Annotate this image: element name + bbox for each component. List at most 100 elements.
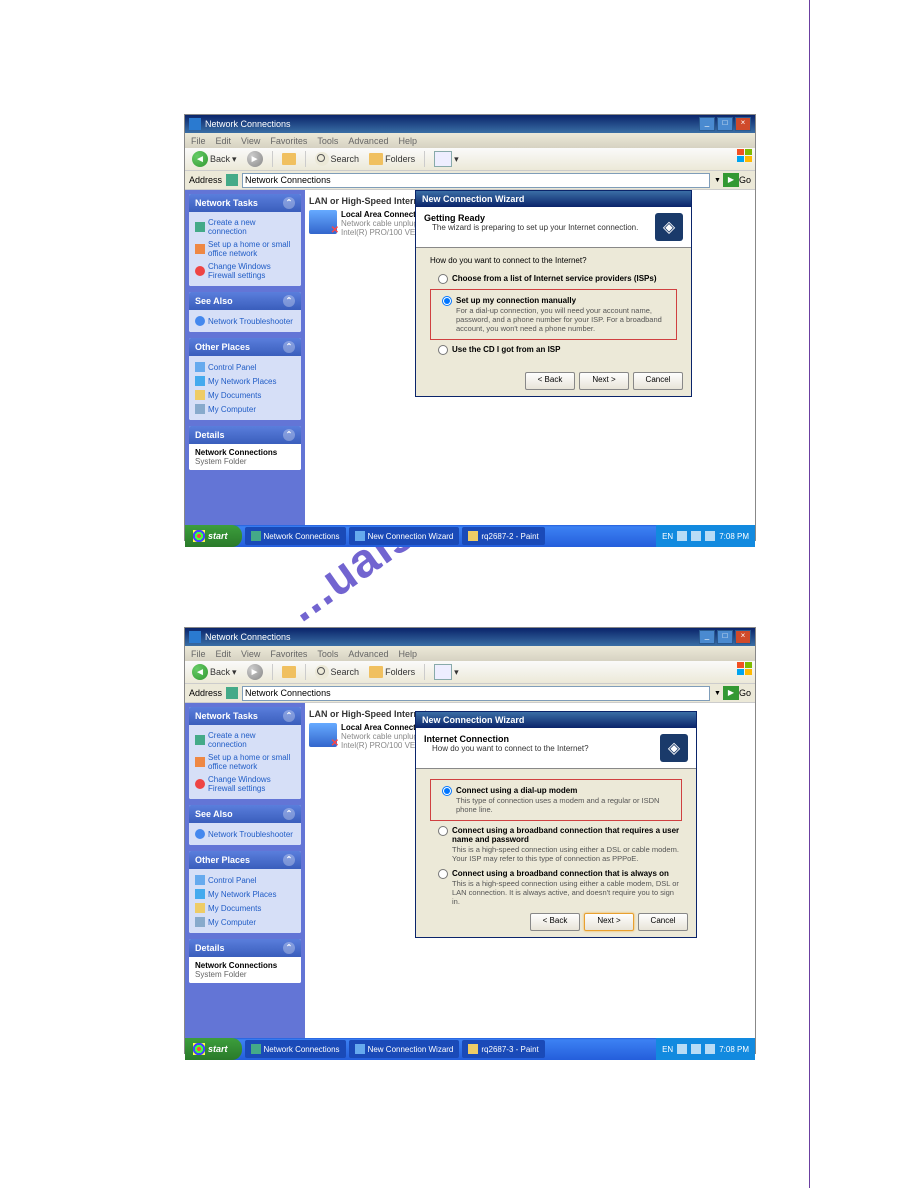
radio-isp-list[interactable] xyxy=(438,274,448,284)
menu-tools[interactable]: Tools xyxy=(317,649,338,659)
menu-favorites[interactable]: Favorites xyxy=(270,136,307,146)
address-input[interactable] xyxy=(242,686,710,701)
link-troubleshooter[interactable]: Network Troubleshooter xyxy=(195,314,295,328)
menu-advanced[interactable]: Advanced xyxy=(348,136,388,146)
lang-indicator[interactable]: EN xyxy=(662,1045,673,1054)
menu-view[interactable]: View xyxy=(241,649,260,659)
panel-header-details[interactable]: Details⌃ xyxy=(189,939,301,957)
forward-button[interactable]: ► xyxy=(244,664,266,680)
link-my-computer[interactable]: My Computer xyxy=(195,402,295,416)
go-button[interactable]: ▶ xyxy=(723,686,739,700)
panel-header-network-tasks[interactable]: Network Tasks⌃ xyxy=(189,194,301,212)
radio-broadband-auth[interactable] xyxy=(438,826,448,836)
tray-icon[interactable] xyxy=(691,1044,701,1054)
taskbar: start Network Connections New Connection… xyxy=(185,1038,755,1060)
cancel-button[interactable]: Cancel xyxy=(633,372,683,390)
panel-header-other-places[interactable]: Other Places⌃ xyxy=(189,338,301,356)
forward-button[interactable]: ► xyxy=(244,151,266,167)
menu-help[interactable]: Help xyxy=(398,649,417,659)
radio-manual[interactable] xyxy=(442,296,452,306)
taskbar-item[interactable]: New Connection Wizard xyxy=(349,1040,460,1058)
radio-dialup[interactable] xyxy=(442,786,452,796)
wizard-titlebar: New Connection Wizard xyxy=(416,712,696,728)
lang-indicator[interactable]: EN xyxy=(662,532,673,541)
panel-header-see-also[interactable]: See Also⌃ xyxy=(189,805,301,823)
taskbar-item[interactable]: Network Connections xyxy=(245,1040,346,1058)
minimize-button[interactable]: _ xyxy=(699,630,715,644)
menu-favorites[interactable]: Favorites xyxy=(270,649,307,659)
up-button[interactable] xyxy=(279,666,299,678)
start-button[interactable]: start xyxy=(185,525,242,547)
maximize-button[interactable]: □ xyxy=(717,117,733,131)
task-setup-network[interactable]: Set up a home or small office network xyxy=(195,238,295,260)
task-create-connection[interactable]: Create a new connection xyxy=(195,216,295,238)
close-button[interactable]: × xyxy=(735,117,751,131)
tray-icon[interactable] xyxy=(705,531,715,541)
link-network-places[interactable]: My Network Places xyxy=(195,887,295,901)
panel-header-see-also[interactable]: See Also⌃ xyxy=(189,292,301,310)
folders-button[interactable]: Folders xyxy=(366,666,418,678)
menu-view[interactable]: View xyxy=(241,136,260,146)
task-firewall[interactable]: Change Windows Firewall settings xyxy=(195,773,295,795)
windows-flag-icon xyxy=(737,149,753,163)
address-input[interactable] xyxy=(242,173,710,188)
task-firewall[interactable]: Change Windows Firewall settings xyxy=(195,260,295,282)
back-button[interactable]: < Back xyxy=(530,913,580,931)
folders-button[interactable]: Folders xyxy=(366,153,418,165)
link-my-computer[interactable]: My Computer xyxy=(195,915,295,929)
maximize-button[interactable]: □ xyxy=(717,630,733,644)
link-documents[interactable]: My Documents xyxy=(195,901,295,915)
taskbar-item[interactable]: rq2687-3 - Paint xyxy=(462,1040,544,1058)
link-documents[interactable]: My Documents xyxy=(195,388,295,402)
link-control-panel[interactable]: Control Panel xyxy=(195,873,295,887)
menu-tools[interactable]: Tools xyxy=(317,136,338,146)
next-button[interactable]: Next > xyxy=(579,372,629,390)
back-button[interactable]: ◄Back▾ xyxy=(189,664,240,680)
menu-edit[interactable]: Edit xyxy=(216,649,232,659)
menu-edit[interactable]: Edit xyxy=(216,136,232,146)
views-button[interactable]: ▾ xyxy=(431,664,462,680)
radio-cd[interactable] xyxy=(438,345,448,355)
panel-header-details[interactable]: Details⌃ xyxy=(189,426,301,444)
views-button[interactable]: ▾ xyxy=(431,151,462,167)
option-dialup[interactable]: Connect using a dial-up modem This type … xyxy=(434,783,678,817)
back-button[interactable]: ◄Back▾ xyxy=(189,151,240,167)
option-broadband-always[interactable]: Connect using a broadband connection tha… xyxy=(430,866,682,909)
option-manual[interactable]: Set up my connection manually For a dial… xyxy=(434,293,673,336)
tray-icon[interactable] xyxy=(677,531,687,541)
next-button[interactable]: Next > xyxy=(584,913,634,931)
taskbar-item[interactable]: Network Connections xyxy=(245,527,346,545)
menu-file[interactable]: File xyxy=(191,649,206,659)
option-broadband-auth[interactable]: Connect using a broadband connection tha… xyxy=(430,823,682,866)
tray-icon[interactable] xyxy=(705,1044,715,1054)
panel-header-other-places[interactable]: Other Places⌃ xyxy=(189,851,301,869)
link-troubleshooter[interactable]: Network Troubleshooter xyxy=(195,827,295,841)
minimize-button[interactable]: _ xyxy=(699,117,715,131)
link-control-panel[interactable]: Control Panel xyxy=(195,360,295,374)
link-network-places[interactable]: My Network Places xyxy=(195,374,295,388)
tray-icon[interactable] xyxy=(691,531,701,541)
start-button[interactable]: start xyxy=(185,1038,242,1060)
task-setup-network[interactable]: Set up a home or small office network xyxy=(195,751,295,773)
panel-header-network-tasks[interactable]: Network Tasks⌃ xyxy=(189,707,301,725)
search-button[interactable]: Search xyxy=(312,152,363,166)
menu-file[interactable]: File xyxy=(191,136,206,146)
chevron-icon: ⌃ xyxy=(283,341,295,353)
go-button[interactable]: ▶ xyxy=(723,173,739,187)
main-content: LAN or High-Speed Internet Local Area Co… xyxy=(305,190,755,525)
radio-broadband-always[interactable] xyxy=(438,869,448,879)
details-content: Network Connections System Folder xyxy=(189,444,301,470)
task-create-connection[interactable]: Create a new connection xyxy=(195,729,295,751)
menu-help[interactable]: Help xyxy=(398,136,417,146)
option-isp-list[interactable]: Choose from a list of Internet service p… xyxy=(430,271,677,287)
back-button[interactable]: < Back xyxy=(525,372,575,390)
option-cd[interactable]: Use the CD I got from an ISP xyxy=(430,342,677,358)
close-button[interactable]: × xyxy=(735,630,751,644)
taskbar-item[interactable]: New Connection Wizard xyxy=(349,527,460,545)
taskbar-item[interactable]: rq2687-2 - Paint xyxy=(462,527,544,545)
cancel-button[interactable]: Cancel xyxy=(638,913,688,931)
tray-icon[interactable] xyxy=(677,1044,687,1054)
menu-advanced[interactable]: Advanced xyxy=(348,649,388,659)
search-button[interactable]: Search xyxy=(312,665,363,679)
up-button[interactable] xyxy=(279,153,299,165)
